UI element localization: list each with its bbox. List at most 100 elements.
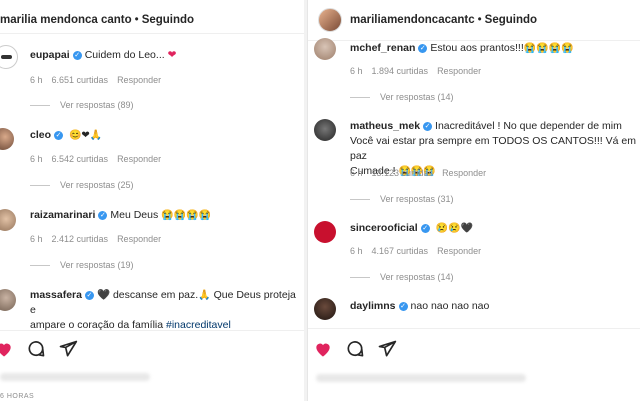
comment-time: 6 h — [350, 66, 363, 76]
comment-username[interactable]: raizamarinari — [30, 209, 95, 221]
share-icon[interactable] — [58, 339, 78, 359]
comment-text: daylimns ✓ nao nao nao nao — [350, 299, 489, 314]
comment-time: 6 h — [350, 168, 363, 178]
verified-badge-icon: ✓ — [420, 224, 430, 233]
comment-meta: 6 h 4.167 curtidas Responder — [350, 246, 490, 256]
verified-badge-icon: ✓ — [423, 122, 433, 131]
reply-button[interactable]: Responder — [442, 168, 486, 178]
view-replies-button[interactable]: Ver respostas (25) — [30, 180, 134, 190]
following-button[interactable]: Seguindo — [142, 14, 194, 26]
comment-username[interactable]: mchef_renan — [350, 42, 415, 54]
comment-username[interactable]: matheus_mek — [350, 120, 420, 132]
view-replies-label: Ver respostas (31) — [380, 194, 454, 204]
post-author-username[interactable]: mariliamendoncacantc — [350, 14, 475, 26]
comment-icon[interactable] — [26, 339, 46, 359]
blurred-likes-text — [0, 373, 150, 381]
comment-text: sincerooficial ✓ 😢😢🖤 — [350, 221, 473, 236]
avatar[interactable] — [0, 209, 16, 231]
like-heart-icon[interactable] — [0, 339, 14, 359]
reply-button[interactable]: Responder — [117, 154, 161, 164]
emoji-sequence: 😢😢🖤 — [435, 223, 473, 234]
comment-body: Cuidem do Leo... — [84, 49, 165, 61]
black-heart-emoji: 🖤 — [96, 289, 111, 301]
emoji-sequence: 😊❤🙏 — [68, 130, 103, 141]
avatar[interactable] — [0, 128, 14, 150]
comment-username[interactable]: eupapai — [30, 49, 70, 61]
comment-time: 6 h — [30, 75, 43, 85]
comment-likes[interactable]: 6.651 curtidas — [52, 75, 109, 85]
view-replies-label: Ver respostas (14) — [380, 92, 454, 102]
right-post-panel: mariliamendoncacantc • Seguindo mchef_re… — [307, 0, 640, 401]
comment-body: Inacreditável ! No que depender de mim — [435, 120, 622, 132]
verified-badge-icon: ✓ — [72, 51, 82, 60]
blurred-likes-text — [316, 374, 526, 382]
comment-time: 6 h — [30, 154, 43, 164]
comment-text: raizamarinari ✓ Meu Deus 😭😭😭😭 — [30, 208, 211, 223]
comment-likes[interactable]: 2.412 curtidas — [52, 234, 109, 244]
praying-emoji: 🙏 — [198, 290, 211, 301]
avatar[interactable] — [314, 298, 336, 320]
reply-button[interactable]: Responder — [117, 234, 161, 244]
comment-icon[interactable] — [345, 339, 365, 359]
post-header: marilia mendonca canto • Seguindo — [0, 0, 304, 40]
comment-username[interactable]: massafera — [30, 289, 82, 301]
left-post-panel: marilia mendonca canto • Seguindo eupapa… — [0, 0, 304, 401]
avatar[interactable] — [318, 8, 342, 32]
comment-likes[interactable]: 1.894 curtidas — [372, 66, 429, 76]
view-replies-button[interactable]: Ver respostas (14) — [350, 92, 454, 102]
avatar[interactable] — [0, 289, 16, 311]
red-heart-emoji: ❤ — [167, 49, 177, 61]
comment-likes[interactable]: 6.542 curtidas — [52, 154, 109, 164]
comment-body: descanse em paz. — [112, 289, 199, 301]
view-replies-label: Ver respostas (89) — [60, 100, 134, 110]
comment-meta: 6 h 6.542 curtidas Responder — [30, 154, 170, 164]
view-replies-label: Ver respostas (25) — [60, 180, 134, 190]
comment-text: cleo ✓ 😊❤🙏 — [30, 128, 102, 143]
following-button[interactable]: Seguindo — [485, 14, 537, 26]
verified-badge-icon: ✓ — [98, 211, 108, 220]
view-replies-button[interactable]: Ver respostas (14) — [350, 272, 454, 282]
comment-likes[interactable]: 13.123 curtidas — [372, 168, 434, 178]
comment-meta: 6 h 13.123 curtidas Responder — [350, 168, 495, 178]
verified-badge-icon: ✓ — [398, 302, 408, 311]
share-icon[interactable] — [377, 339, 397, 359]
comment-text: eupapai ✓ Cuidem do Leo... ❤ — [30, 48, 176, 63]
comment-username[interactable]: cleo — [30, 129, 51, 141]
comment-meta: 6 h 1.894 curtidas Responder — [350, 66, 490, 76]
verified-badge-icon: ✓ — [418, 44, 428, 53]
comment-likes[interactable]: 4.167 curtidas — [372, 246, 429, 256]
avatar[interactable] — [0, 45, 18, 69]
crying-emoji-sequence: 😭😭😭😭 — [523, 43, 574, 54]
reply-button[interactable]: Responder — [117, 75, 161, 85]
header-separator: • — [134, 14, 139, 26]
comment-username[interactable]: sincerooficial — [350, 222, 418, 234]
avatar[interactable] — [314, 119, 336, 141]
post-actions — [313, 337, 397, 361]
avatar[interactable] — [314, 221, 336, 243]
comment-meta: 6 h 6.651 curtidas Responder — [30, 75, 170, 85]
comment-body: Estou aos prantos!!! — [430, 42, 524, 54]
comment-meta: 6 h 2.412 curtidas Responder — [30, 234, 170, 244]
view-replies-button[interactable]: Ver respostas (31) — [350, 194, 454, 204]
post-author-username[interactable]: marilia mendonca canto — [0, 14, 132, 26]
comment-time: 6 h — [30, 234, 43, 244]
reply-button[interactable]: Responder — [437, 66, 481, 76]
comment-body: Você vai estar pra sempre em TODOS OS CA… — [350, 135, 636, 162]
comment-username[interactable]: daylimns — [350, 300, 396, 312]
crying-emoji-sequence: 😭😭😭😭 — [161, 210, 211, 221]
comment-text: massafera ✓ 🖤 descanse em paz.🙏 Que Deus p… — [30, 288, 304, 333]
view-replies-button[interactable]: Ver respostas (19) — [30, 260, 134, 270]
reply-button[interactable]: Responder — [437, 246, 481, 256]
verified-badge-icon: ✓ — [54, 131, 64, 140]
view-replies-label: Ver respostas (19) — [60, 260, 134, 270]
post-actions — [0, 337, 78, 361]
like-heart-icon[interactable] — [313, 339, 333, 359]
verified-badge-icon: ✓ — [84, 291, 94, 300]
post-timestamp: 6 HORAS — [0, 393, 35, 400]
avatar[interactable] — [314, 38, 336, 60]
header-separator: • — [477, 14, 482, 26]
view-replies-button[interactable]: Ver respostas (89) — [30, 100, 134, 110]
comment-time: 6 h — [350, 246, 363, 256]
comment-body: Meu Deus — [110, 209, 159, 221]
comment-text: mchef_renan ✓ Estou aos prantos!!!😭😭😭😭 — [350, 41, 574, 56]
